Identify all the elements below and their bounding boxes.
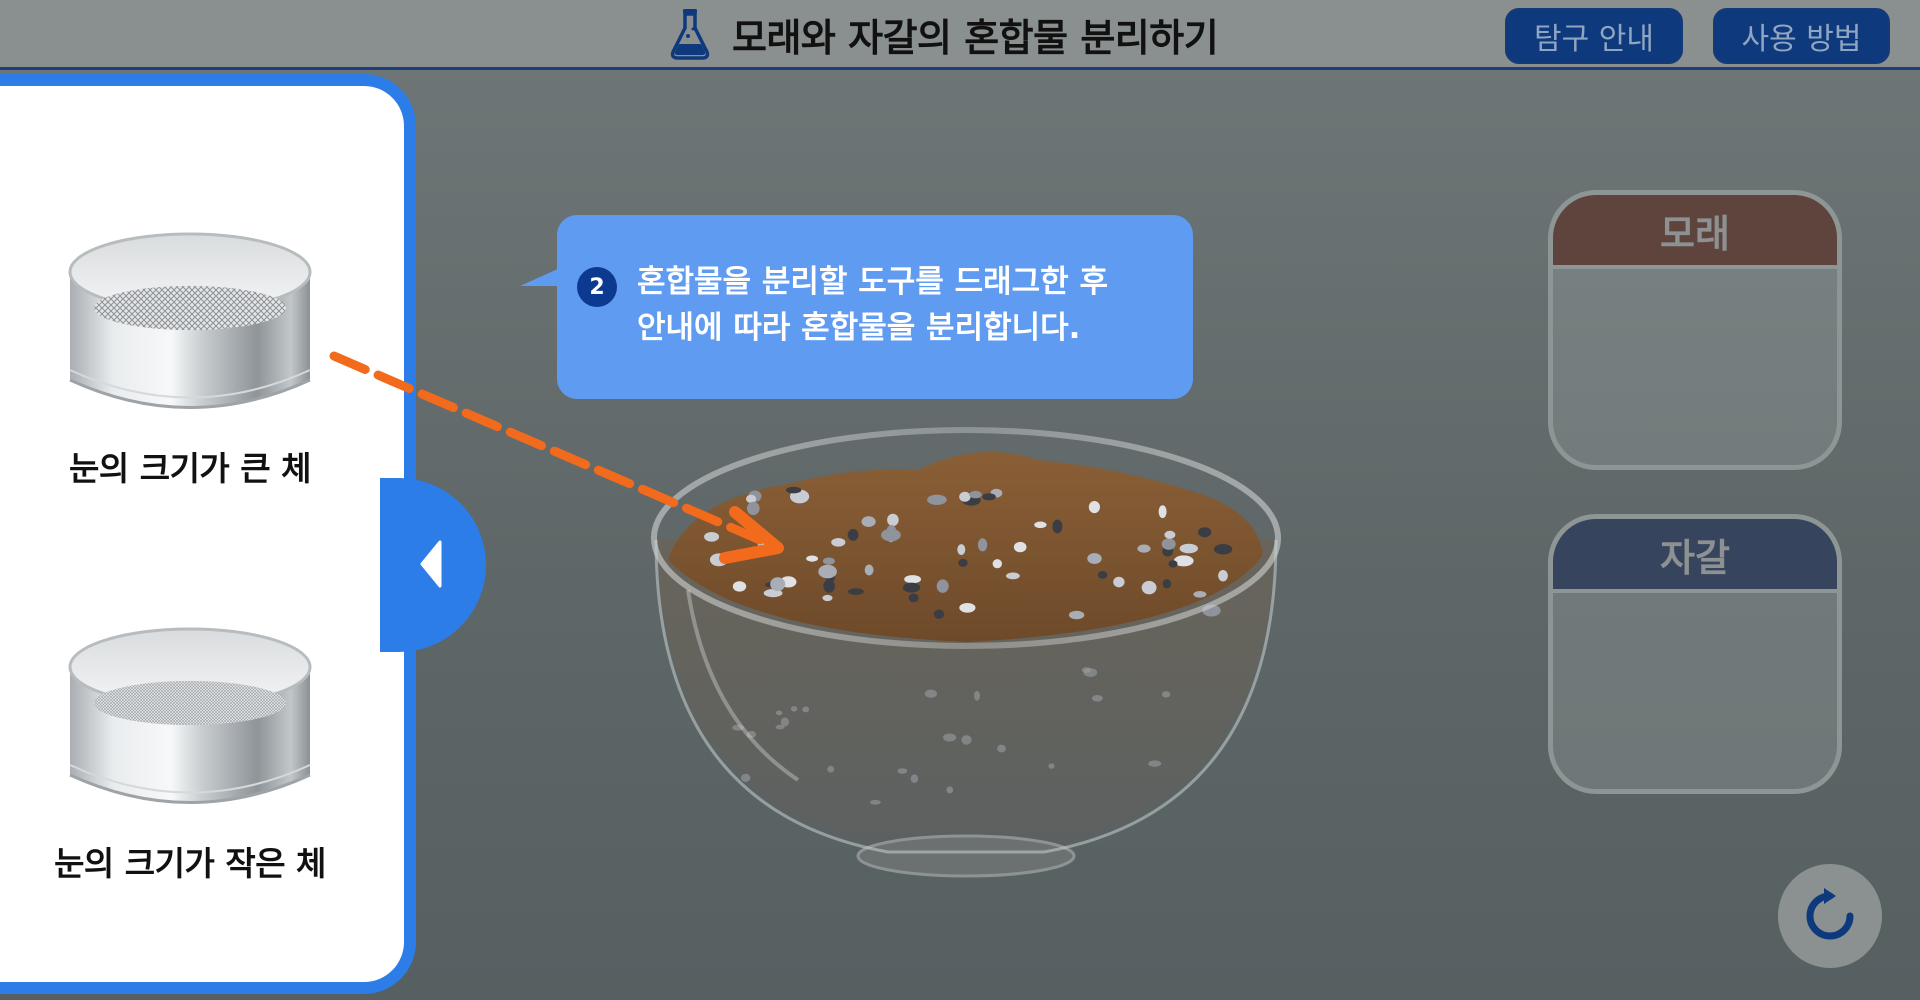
- pebble: [974, 690, 980, 701]
- pebble: [1148, 760, 1162, 767]
- pebble: [1161, 538, 1176, 550]
- pebble: [1141, 580, 1157, 595]
- pebble: [1168, 560, 1178, 568]
- flask-icon: [670, 8, 710, 60]
- pebble: [775, 710, 783, 716]
- pebble: [1158, 505, 1167, 519]
- pebble: [1048, 763, 1055, 769]
- pebble: [775, 724, 785, 730]
- pebble: [790, 706, 798, 712]
- pebble: [1198, 527, 1212, 538]
- pebble: [741, 773, 751, 782]
- pebble: [908, 593, 919, 603]
- title-group: 모래와 자갈의 혼합물 분리하기: [670, 8, 1219, 60]
- pebble: [1193, 591, 1207, 598]
- pebble: [902, 582, 921, 593]
- page-title: 모래와 자갈의 혼합물 분리하기: [732, 15, 1219, 60]
- pebble: [1213, 544, 1233, 555]
- pebble: [818, 564, 837, 579]
- gravel-result-title: 자갈: [1553, 519, 1837, 593]
- pebble: [1161, 691, 1171, 698]
- how-to-use-button[interactable]: 사용 방법: [1713, 8, 1890, 64]
- pebble: [958, 558, 968, 567]
- pebble: [946, 786, 954, 794]
- pebble: [1162, 579, 1172, 589]
- large-mesh-sieve-icon: [68, 232, 312, 409]
- pebble: [924, 689, 937, 698]
- drag-hint-arrow: [320, 340, 820, 584]
- pebble: [961, 735, 972, 745]
- pebble: [943, 733, 957, 742]
- exploration-guide-button[interactable]: 탐구 안내: [1505, 8, 1683, 64]
- pebble: [870, 799, 881, 805]
- pebble: [1113, 576, 1125, 588]
- pebble: [959, 491, 971, 502]
- pebble: [827, 765, 835, 773]
- pebble: [1068, 610, 1085, 620]
- pebble: [1087, 553, 1102, 564]
- pebble: [881, 528, 901, 542]
- pebble: [822, 594, 833, 602]
- pebble: [959, 603, 976, 613]
- reset-button[interactable]: [1778, 864, 1882, 968]
- pebble: [997, 744, 1006, 753]
- sand-result-title: 모래: [1553, 195, 1837, 269]
- pebble: [1218, 570, 1228, 582]
- bubble-tail: [520, 268, 560, 286]
- pebble: [848, 588, 864, 595]
- pebble: [904, 575, 921, 584]
- pebble: [1088, 501, 1100, 514]
- pebble: [897, 768, 908, 774]
- pebble: [992, 559, 1002, 569]
- pebble: [887, 513, 899, 527]
- pebble: [861, 516, 876, 527]
- pebble: [1006, 572, 1020, 580]
- pebble: [977, 538, 988, 552]
- pebble: [982, 493, 996, 501]
- pebble: [822, 557, 835, 565]
- pebble: [1137, 544, 1151, 553]
- pebble: [1091, 695, 1103, 702]
- gravel-result-container[interactable]: 자갈: [1548, 514, 1842, 794]
- pebble: [1179, 543, 1198, 554]
- pebble: [1164, 530, 1176, 539]
- pebble: [1034, 521, 1047, 529]
- pebble: [823, 579, 835, 593]
- pebble: [927, 494, 947, 505]
- pebble: [910, 774, 919, 783]
- app-header: 모래와 자갈의 혼합물 분리하기 탐구 안내 사용 방법: [0, 0, 1920, 70]
- instruction-line: 혼합물을 분리할 도구를 드래그한 후: [637, 264, 1108, 300]
- large-sieve-label: 눈의 크기가 큰 체: [69, 449, 312, 488]
- pebble: [1052, 519, 1063, 534]
- instruction-text: 혼합물을 분리할 도구를 드래그한 후 안내에 따라 혼합물을 분리합니다.: [637, 259, 1177, 351]
- refresh-icon: [1806, 888, 1854, 940]
- small-mesh-sieve-icon: [68, 627, 312, 804]
- pebble: [1083, 668, 1098, 677]
- pebble: [969, 490, 982, 499]
- large-mesh-sieve-tool[interactable]: 눈의 크기가 큰 체: [60, 230, 320, 500]
- pebble: [1013, 541, 1027, 553]
- small-sieve-label: 눈의 크기가 작은 체: [54, 844, 326, 883]
- pebble: [1097, 571, 1108, 579]
- pebble: [847, 529, 859, 541]
- pebble: [802, 706, 810, 713]
- pebble: [957, 544, 966, 556]
- pebble: [936, 579, 949, 593]
- sand-result-container[interactable]: 모래: [1548, 190, 1842, 470]
- pebble: [864, 564, 874, 576]
- step-number-badge: 2: [577, 267, 617, 307]
- pebble: [831, 538, 846, 547]
- small-mesh-sieve-tool[interactable]: 눈의 크기가 작은 체: [54, 625, 326, 895]
- pebble: [933, 609, 945, 619]
